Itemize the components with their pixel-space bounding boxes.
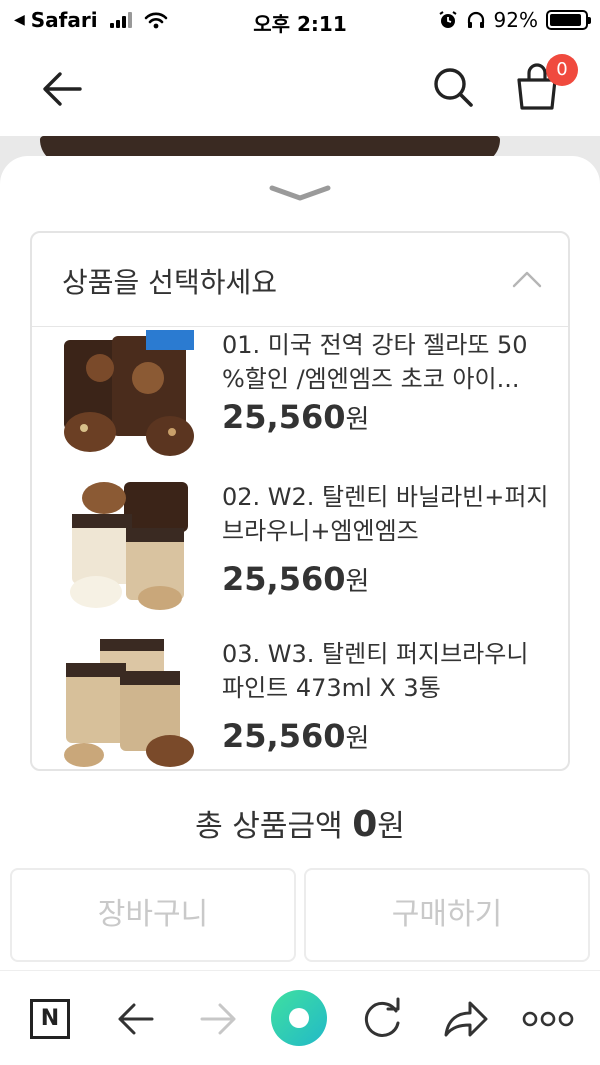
share-icon[interactable] [440, 991, 490, 1047]
total-price-amount: 0 [352, 804, 378, 845]
more-icon[interactable] [522, 991, 574, 1047]
option-item[interactable]: 03. W3. 탈렌티 퍼지브라우니 파인트 473ml X 3통 25,560… [32, 635, 568, 769]
option-select[interactable]: 상품을 선택하세요 01. 미국 전역 강타 젤라또 50 %할인 /엠엔엠즈 … [30, 231, 570, 771]
option-price: 25,560원 [222, 560, 370, 598]
chevron-up-icon[interactable] [512, 269, 542, 289]
status-bar: ◀ Safari 오후 2:11 92% [0, 0, 600, 40]
total-price-unit: 원 [377, 809, 405, 844]
option-list: 01. 미국 전역 강타 젤라또 50 %할인 /엠엔엠즈 초코 아이... 2… [32, 328, 568, 769]
headphones-icon [467, 11, 484, 28]
sheet-handle-chevron-down-icon[interactable] [268, 182, 332, 204]
option-select-placeholder: 상품을 선택하세요 [62, 266, 277, 299]
home-circle-icon[interactable] [270, 989, 328, 1047]
option-item[interactable]: 02. W2. 탈렌티 바닐라빈+퍼지브라우니+엠엔엠즈 25,560원 [32, 478, 568, 618]
naver-n-icon[interactable]: N [30, 999, 70, 1039]
battery-icon [546, 10, 591, 30]
battery-percent: 92% [493, 8, 538, 32]
total-price-label: 총 상품금액 [195, 809, 343, 844]
reload-icon[interactable] [358, 991, 406, 1047]
total-price: 총 상품금액 0원 [0, 801, 600, 845]
option-name: 02. W2. 탈렌티 바닐라빈+퍼지브라우니+엠엔엠즈 [222, 483, 549, 545]
option-item[interactable]: 01. 미국 전역 강타 젤라또 50 %할인 /엠엔엠즈 초코 아이... 2… [32, 328, 568, 462]
option-name: 03. W3. 탈렌티 퍼지브라우니 파인트 473ml X 3통 [222, 640, 529, 702]
search-icon[interactable] [430, 64, 476, 110]
buy-now-button[interactable]: 구매하기 [304, 868, 590, 962]
option-bottom-sheet: 상품을 선택하세요 01. 미국 전역 강타 젤라또 50 %할인 /엠엔엠즈 … [0, 156, 600, 1065]
back-arrow-icon[interactable] [112, 991, 158, 1047]
arrow-left-icon[interactable] [40, 66, 86, 112]
alarm-icon [438, 11, 457, 28]
option-select-header[interactable]: 상품을 선택하세요 [32, 233, 568, 327]
talenti-fudge-brownie-thumbnail [60, 635, 196, 769]
cart-count-badge: 0 [546, 54, 578, 86]
add-to-cart-button[interactable]: 장바구니 [10, 868, 296, 962]
option-name: 01. 미국 전역 강타 젤라또 50 %할인 /엠엔엠즈 초코 아이... [222, 331, 528, 393]
forward-arrow-icon[interactable] [196, 991, 242, 1047]
mm-icecream-thumbnail [60, 328, 196, 462]
option-price: 25,560원 [222, 717, 370, 755]
option-price: 25,560원 [222, 398, 370, 436]
browser-toolbar: N [0, 970, 600, 1065]
top-app-bar: 0 [0, 40, 600, 136]
talenti-vanilla-thumbnail [60, 478, 196, 612]
